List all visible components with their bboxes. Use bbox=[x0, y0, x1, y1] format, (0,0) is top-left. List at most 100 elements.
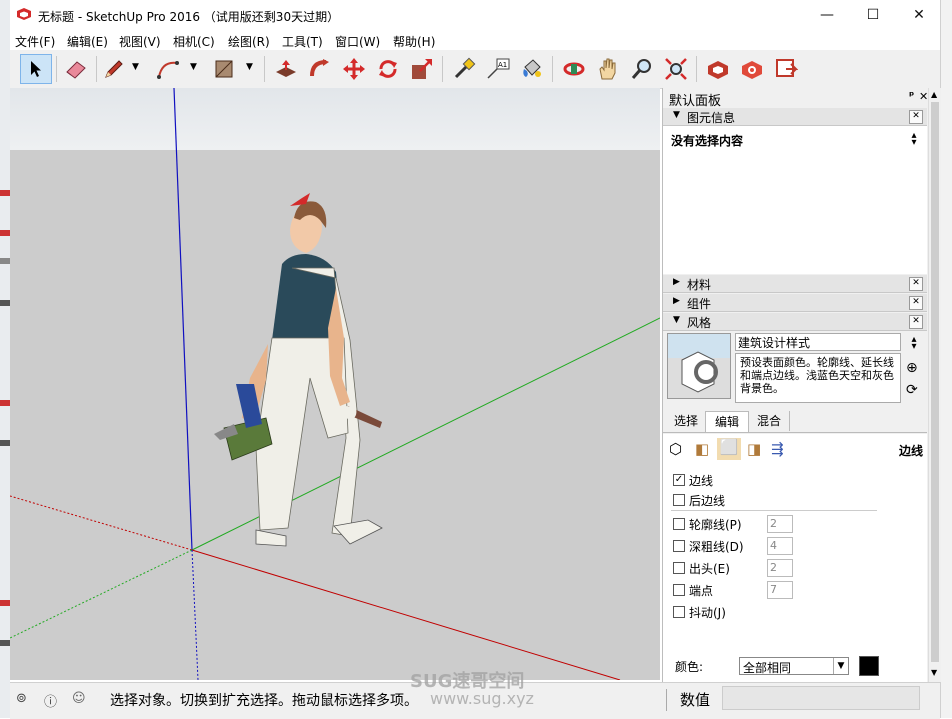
create-style-icon[interactable]: ⊕ bbox=[906, 360, 918, 376]
pan-icon[interactable] bbox=[594, 55, 622, 83]
background-settings-icon[interactable]: ⬜ bbox=[717, 438, 741, 460]
minimize-button[interactable]: — bbox=[804, 0, 850, 30]
watermark-settings-icon[interactable]: ◨ bbox=[747, 440, 761, 458]
zoom-icon[interactable] bbox=[628, 55, 656, 83]
pin-icon[interactable]: ᵖ bbox=[909, 89, 914, 102]
edges-checkbox[interactable]: ✓ bbox=[673, 474, 685, 486]
warehouse-icon[interactable] bbox=[704, 55, 732, 83]
chevron-down-icon[interactable]: ▼ bbox=[190, 62, 197, 72]
toolbar-separator bbox=[264, 56, 265, 82]
close-button[interactable]: ✕ bbox=[896, 0, 942, 30]
close-icon[interactable]: ✕ bbox=[909, 110, 923, 124]
expand-triangle-icon: ▶ bbox=[673, 296, 680, 306]
divider bbox=[671, 510, 877, 511]
chevron-down-icon[interactable]: ▼ bbox=[246, 62, 253, 72]
red-axis-negative bbox=[10, 495, 193, 551]
details-toggle-icon[interactable]: ▴ ▾ bbox=[909, 335, 919, 352]
maximize-button[interactable]: ☐ bbox=[850, 0, 896, 30]
depth-cue-input[interactable]: 4 bbox=[767, 537, 793, 555]
close-icon[interactable]: ✕ bbox=[909, 296, 923, 310]
eraser-icon[interactable] bbox=[62, 55, 90, 83]
background-icon bbox=[0, 640, 10, 646]
extension-checkbox[interactable] bbox=[673, 562, 685, 574]
panel-scrollbar[interactable]: ▲ ▼ bbox=[928, 88, 941, 682]
endpoints-input[interactable]: 7 bbox=[767, 581, 793, 599]
tab-mix[interactable]: 混合 bbox=[749, 411, 790, 431]
panel-close-button[interactable]: ✕ bbox=[919, 90, 928, 103]
pencil-icon[interactable] bbox=[100, 55, 128, 83]
background-icon bbox=[0, 600, 10, 606]
scene-canvas bbox=[10, 88, 660, 680]
menu-file[interactable]: 文件(F) bbox=[15, 33, 55, 50]
extension-label: 出头(E) bbox=[689, 562, 730, 576]
toolbar-separator bbox=[552, 56, 553, 82]
chevron-down-icon[interactable]: ▼ bbox=[132, 62, 139, 72]
follow-me-icon[interactable] bbox=[306, 55, 334, 83]
background-icon bbox=[0, 230, 10, 236]
color-mode-select[interactable]: 全部相同 ▼ bbox=[739, 657, 849, 675]
move-icon[interactable] bbox=[340, 55, 368, 83]
no-selection-text: 没有选择内容 bbox=[671, 134, 744, 148]
orbit-icon[interactable] bbox=[560, 55, 588, 83]
paint-bucket-icon[interactable] bbox=[518, 55, 546, 83]
measurement-input[interactable] bbox=[722, 686, 920, 710]
scroll-down-icon[interactable]: ▼ bbox=[931, 668, 937, 677]
styles-header[interactable]: ▼ 风格 ✕ bbox=[663, 313, 927, 331]
divider bbox=[666, 689, 667, 711]
tab-edit[interactable]: 编辑 bbox=[705, 411, 749, 432]
measurement-label: 数值 bbox=[680, 691, 711, 709]
styles-label: 风格 bbox=[687, 316, 712, 330]
scroll-up-icon[interactable]: ▲ bbox=[931, 90, 937, 99]
update-style-icon[interactable]: ⟳ bbox=[906, 382, 918, 398]
style-thumbnail[interactable] bbox=[667, 333, 731, 399]
profiles-width-input[interactable]: 2 bbox=[767, 515, 793, 533]
face-settings-icon[interactable]: ◧ bbox=[695, 440, 709, 458]
scrollbar-thumb[interactable] bbox=[931, 102, 939, 662]
scale-icon[interactable] bbox=[408, 55, 436, 83]
user-icon[interactable]: ☺ bbox=[72, 691, 86, 706]
geo-location-icon[interactable]: ⊚ bbox=[16, 691, 27, 706]
menu-window[interactable]: 窗口(W) bbox=[335, 33, 380, 50]
zoom-extents-icon[interactable] bbox=[662, 55, 690, 83]
green-axis-negative bbox=[10, 549, 193, 639]
modeling-viewport[interactable] bbox=[10, 88, 660, 680]
endpoints-checkbox[interactable] bbox=[673, 584, 685, 596]
menu-view[interactable]: 视图(V) bbox=[119, 33, 161, 50]
tab-select[interactable]: 选择 bbox=[667, 411, 705, 431]
close-icon[interactable]: ✕ bbox=[909, 315, 923, 329]
components-header[interactable]: ▶ 组件 ✕ bbox=[663, 294, 927, 312]
menu-draw[interactable]: 绘图(R) bbox=[228, 33, 270, 50]
layout-icon[interactable] bbox=[772, 55, 800, 83]
close-icon[interactable]: ✕ bbox=[909, 277, 923, 291]
credits-icon[interactable]: ⓘ bbox=[44, 691, 57, 710]
back-edges-checkbox[interactable] bbox=[673, 494, 685, 506]
modeling-settings-icon[interactable]: ⇶ bbox=[771, 440, 784, 458]
extension-input[interactable]: 2 bbox=[767, 559, 793, 577]
edges-label: 边线 bbox=[689, 474, 714, 488]
menu-tools[interactable]: 工具(T) bbox=[282, 33, 323, 50]
select-icon[interactable] bbox=[20, 54, 52, 84]
edge-color-swatch[interactable] bbox=[859, 656, 879, 676]
menu-camera[interactable]: 相机(C) bbox=[173, 33, 215, 50]
style-description[interactable]: 预设表面颜色。轮廓线、延长线和端点边线。浅蓝色天空和灰色背景色。 bbox=[735, 353, 901, 403]
style-name-field[interactable]: 建筑设计样式 bbox=[735, 333, 901, 351]
rotate-icon[interactable] bbox=[374, 55, 402, 83]
profiles-checkbox[interactable] bbox=[673, 518, 685, 530]
jitter-checkbox[interactable] bbox=[673, 606, 685, 618]
entity-info-label: 图元信息 bbox=[687, 111, 736, 125]
tape-measure-icon[interactable] bbox=[450, 55, 478, 83]
rectangle-icon[interactable] bbox=[210, 55, 238, 83]
entity-info-header[interactable]: ▼ 图元信息 ✕ bbox=[663, 108, 927, 126]
menu-edit[interactable]: 编辑(E) bbox=[67, 33, 108, 50]
edge-settings-icon[interactable]: ⬡ bbox=[669, 440, 682, 458]
details-toggle-icon[interactable]: ▴ ▾ bbox=[909, 131, 919, 148]
extension-warehouse-icon[interactable] bbox=[738, 55, 766, 83]
push-pull-icon[interactable] bbox=[272, 55, 300, 83]
menu-help[interactable]: 帮助(H) bbox=[393, 33, 435, 50]
depth-cue-checkbox[interactable] bbox=[673, 540, 685, 552]
background-icon bbox=[0, 440, 10, 446]
background-icon bbox=[0, 300, 10, 306]
arc-icon[interactable] bbox=[154, 55, 182, 83]
text-icon[interactable]: A1 bbox=[484, 55, 512, 83]
materials-header[interactable]: ▶ 材料 ✕ bbox=[663, 275, 927, 293]
